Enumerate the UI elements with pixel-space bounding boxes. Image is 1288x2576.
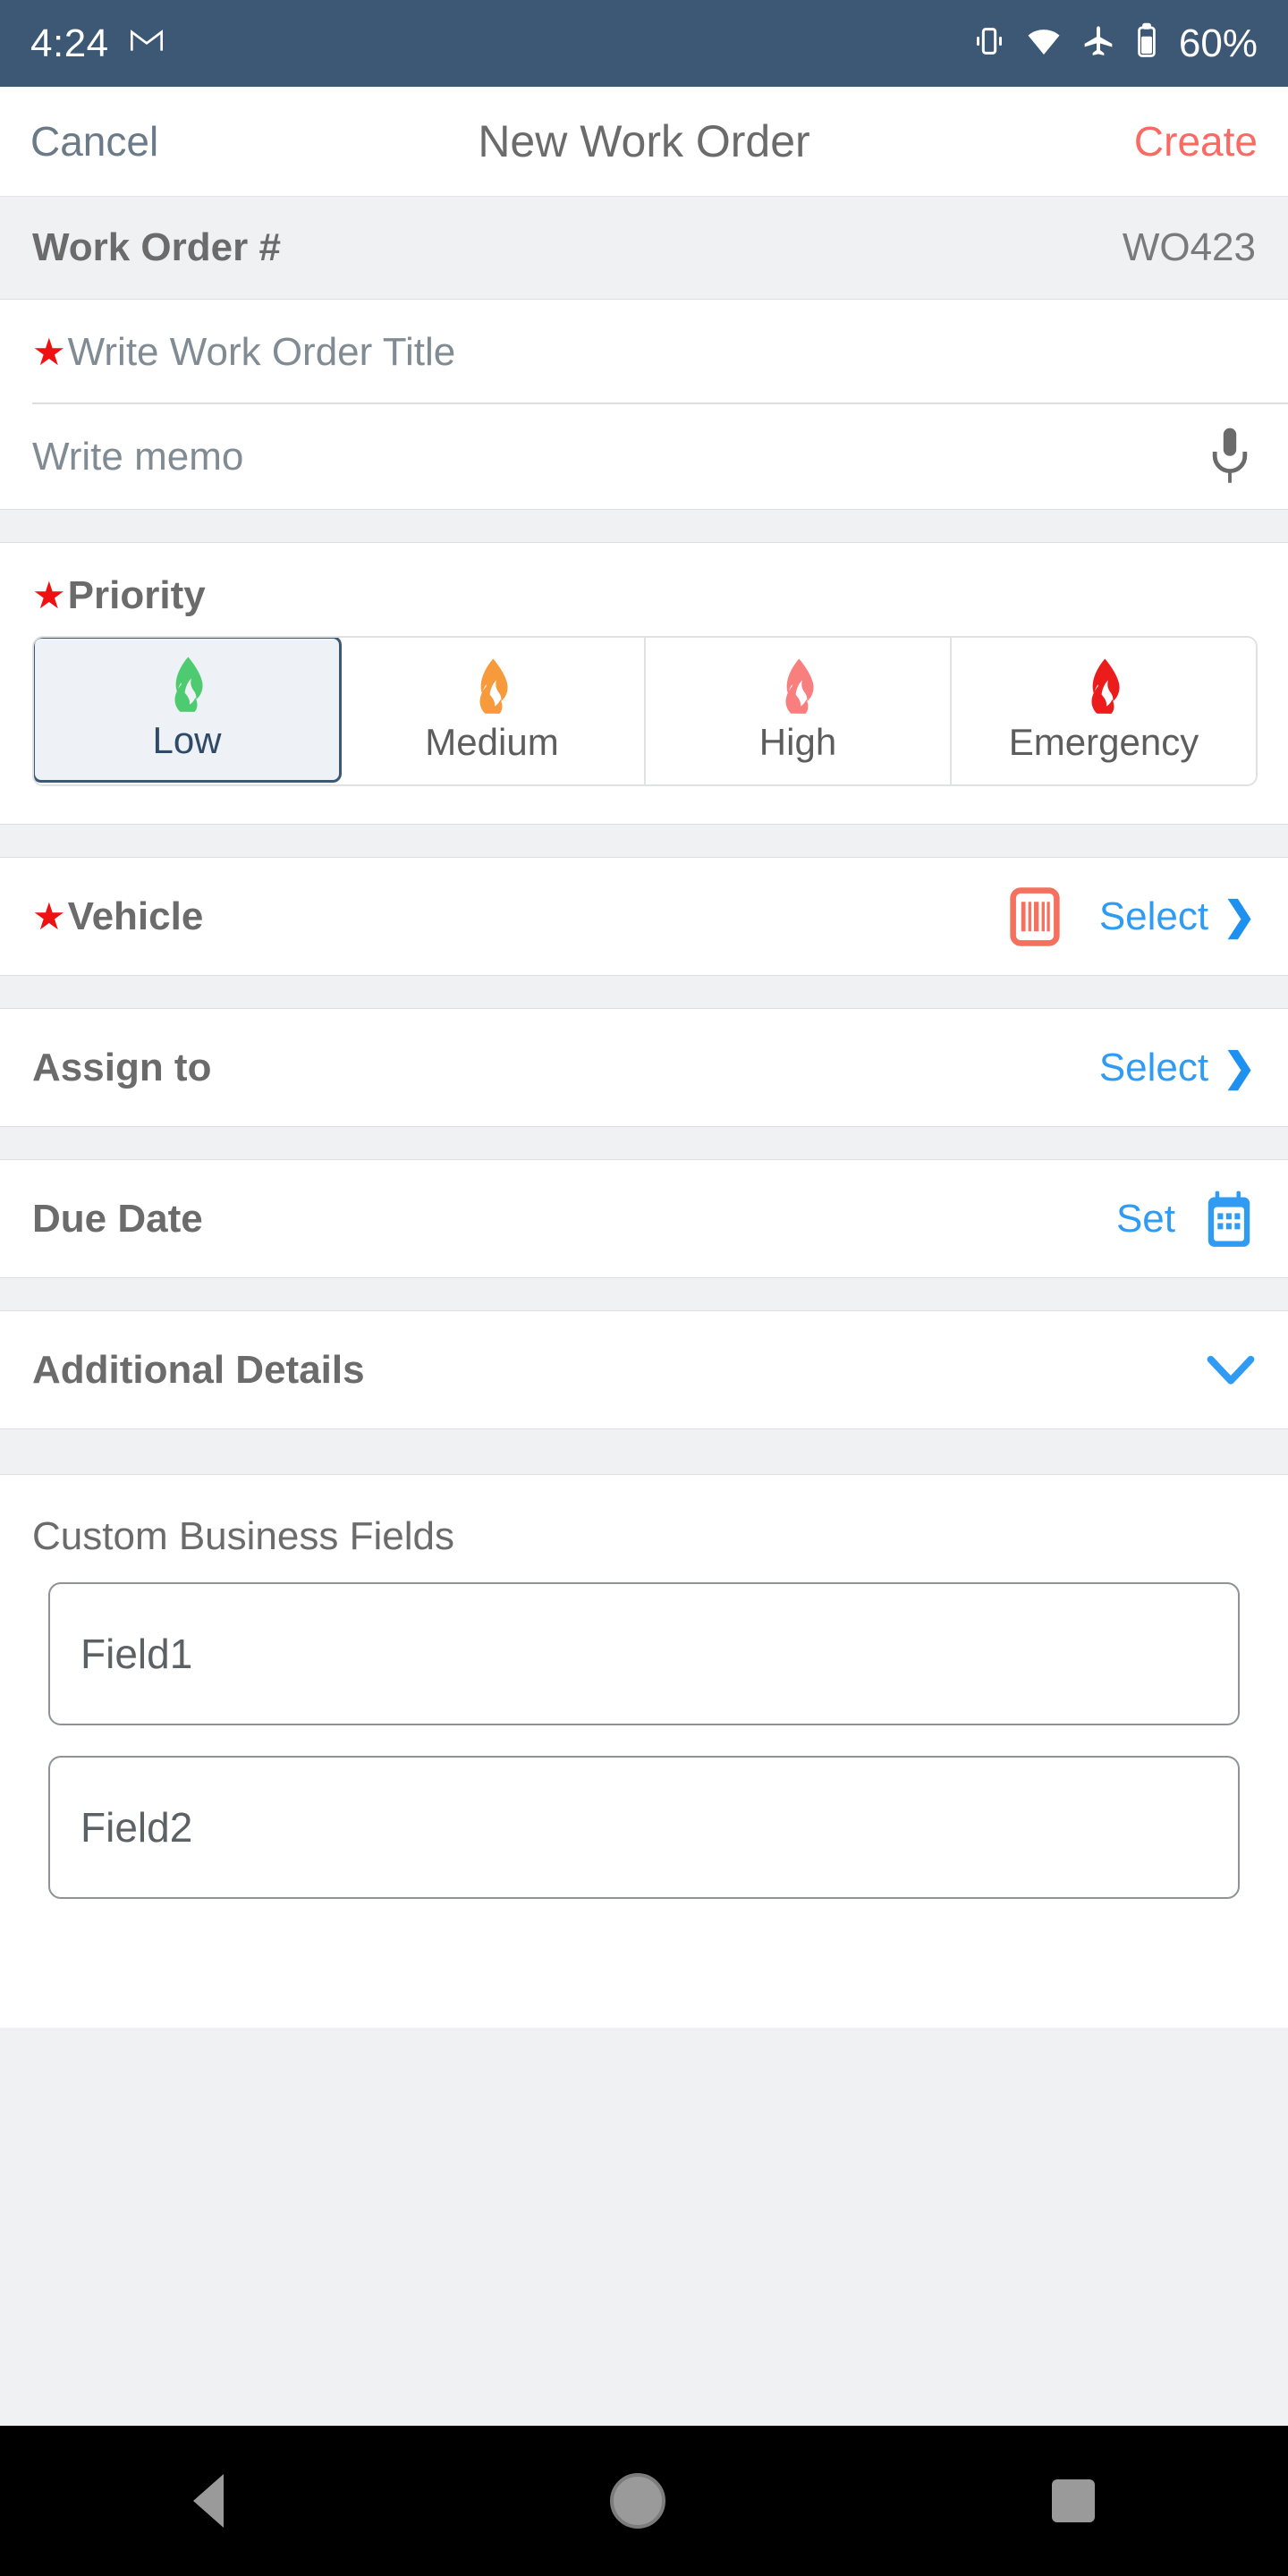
memo-placeholder: Write memo (32, 434, 244, 479)
clock: 4:24 (30, 21, 109, 65)
battery-icon (1134, 22, 1159, 64)
priority-option-label: Emergency (1008, 721, 1199, 763)
required-star-icon: ★ (32, 574, 66, 616)
priority-option-label: Low (152, 719, 222, 761)
app-header: Cancel New Work Order Create (0, 87, 1288, 197)
vehicle-row[interactable]: ★ Vehicle Select ❯ (0, 858, 1288, 975)
status-bar: 4:24 60% (0, 0, 1288, 87)
section-divider (0, 824, 1288, 858)
page-title: New Work Order (478, 116, 810, 166)
content-bottom-spacer (0, 1965, 1288, 2028)
flame-icon (479, 658, 508, 714)
memo-field[interactable]: Write memo (0, 404, 1288, 509)
flame-icon (174, 657, 203, 712)
custom-field-2[interactable]: Field2 (48, 1756, 1240, 1899)
due-date-row[interactable]: Due Date Set (0, 1160, 1288, 1277)
priority-option-high[interactable]: High (646, 638, 952, 784)
vehicle-select-link[interactable]: Select ❯ (1010, 886, 1256, 946)
create-button[interactable]: Create (1134, 117, 1258, 165)
assign-to-select-link[interactable]: Select ❯ (1099, 1046, 1256, 1090)
home-button[interactable] (610, 2473, 665, 2529)
additional-details-row[interactable]: Additional Details (0, 1311, 1288, 1428)
additional-details-label: Additional Details (32, 1347, 365, 1392)
vehicle-select-label[interactable]: Select (1099, 894, 1208, 939)
priority-option-label: High (758, 721, 837, 763)
priority-option-emergency[interactable]: Emergency (952, 638, 1256, 784)
custom-field-1[interactable]: Field1 (48, 1582, 1240, 1725)
priority-option-label: Medium (425, 721, 559, 763)
flame-icon (1091, 658, 1120, 714)
app-screen: 4:24 60% Cancel New Work Order Create Wo… (0, 0, 1288, 2576)
battery-percentage: 60% (1178, 21, 1258, 65)
priority-segmented-control[interactable]: Low Medium High Emergency (32, 636, 1258, 786)
android-navigation-bar (0, 2426, 1288, 2576)
status-bar-right: 60% (971, 21, 1258, 66)
priority-label: Priority (67, 573, 206, 617)
custom-field-1-placeholder: Field1 (80, 1631, 193, 1677)
wifi-icon (1025, 23, 1063, 64)
priority-option-low[interactable]: Low (34, 638, 342, 783)
gmail-icon (129, 22, 165, 64)
priority-section: ★ Priority Low Medium High Emergency (0, 543, 1288, 824)
work-order-number-value: WO423 (1122, 225, 1256, 269)
assign-to-label: Assign to (32, 1045, 212, 1089)
airplane-mode-icon (1080, 23, 1116, 64)
custom-business-fields-section: Custom Business Fields Field1 Field2 (0, 1475, 1288, 1965)
vehicle-label: Vehicle (67, 894, 204, 938)
section-divider (0, 1277, 1288, 1311)
vibrate-icon (971, 23, 1007, 64)
assign-to-select-label[interactable]: Select (1099, 1046, 1208, 1090)
custom-business-fields-label: Custom Business Fields (32, 1514, 454, 1558)
work-order-title-field[interactable]: ★ Write Work Order Title (0, 300, 1288, 404)
work-order-number-label: Work Order # (32, 225, 281, 269)
calendar-icon[interactable] (1202, 1190, 1256, 1249)
work-order-title-placeholder: Write Work Order Title (67, 329, 456, 374)
section-divider (0, 975, 1288, 1009)
section-divider (0, 1126, 1288, 1160)
required-star-icon: ★ (32, 330, 66, 373)
due-date-set-label[interactable]: Set (1116, 1197, 1175, 1241)
assign-to-row[interactable]: Assign to Select ❯ (0, 1009, 1288, 1126)
form-content: Work Order # WO423 ★ Write Work Order Ti… (0, 197, 1288, 2426)
microphone-icon[interactable] (1204, 425, 1256, 489)
section-divider (0, 509, 1288, 543)
barcode-scan-icon[interactable] (1010, 886, 1060, 946)
cancel-button[interactable]: Cancel (30, 117, 158, 165)
due-date-set-link[interactable]: Set (1116, 1190, 1256, 1249)
chevron-down-icon[interactable] (1206, 1352, 1256, 1388)
chevron-right-icon: ❯ (1223, 894, 1256, 938)
priority-header: ★ Priority (32, 573, 1258, 618)
work-order-number-row: Work Order # WO423 (0, 197, 1288, 300)
flame-icon (785, 658, 814, 714)
chevron-right-icon: ❯ (1223, 1045, 1256, 1089)
custom-field-2-placeholder: Field2 (80, 1804, 193, 1851)
required-star-icon: ★ (32, 894, 66, 937)
status-bar-left: 4:24 (30, 21, 165, 66)
back-button[interactable] (193, 2474, 224, 2528)
due-date-label: Due Date (32, 1196, 203, 1241)
recents-button[interactable] (1052, 2479, 1095, 2522)
priority-option-medium[interactable]: Medium (340, 638, 646, 784)
section-divider (0, 1428, 1288, 1475)
